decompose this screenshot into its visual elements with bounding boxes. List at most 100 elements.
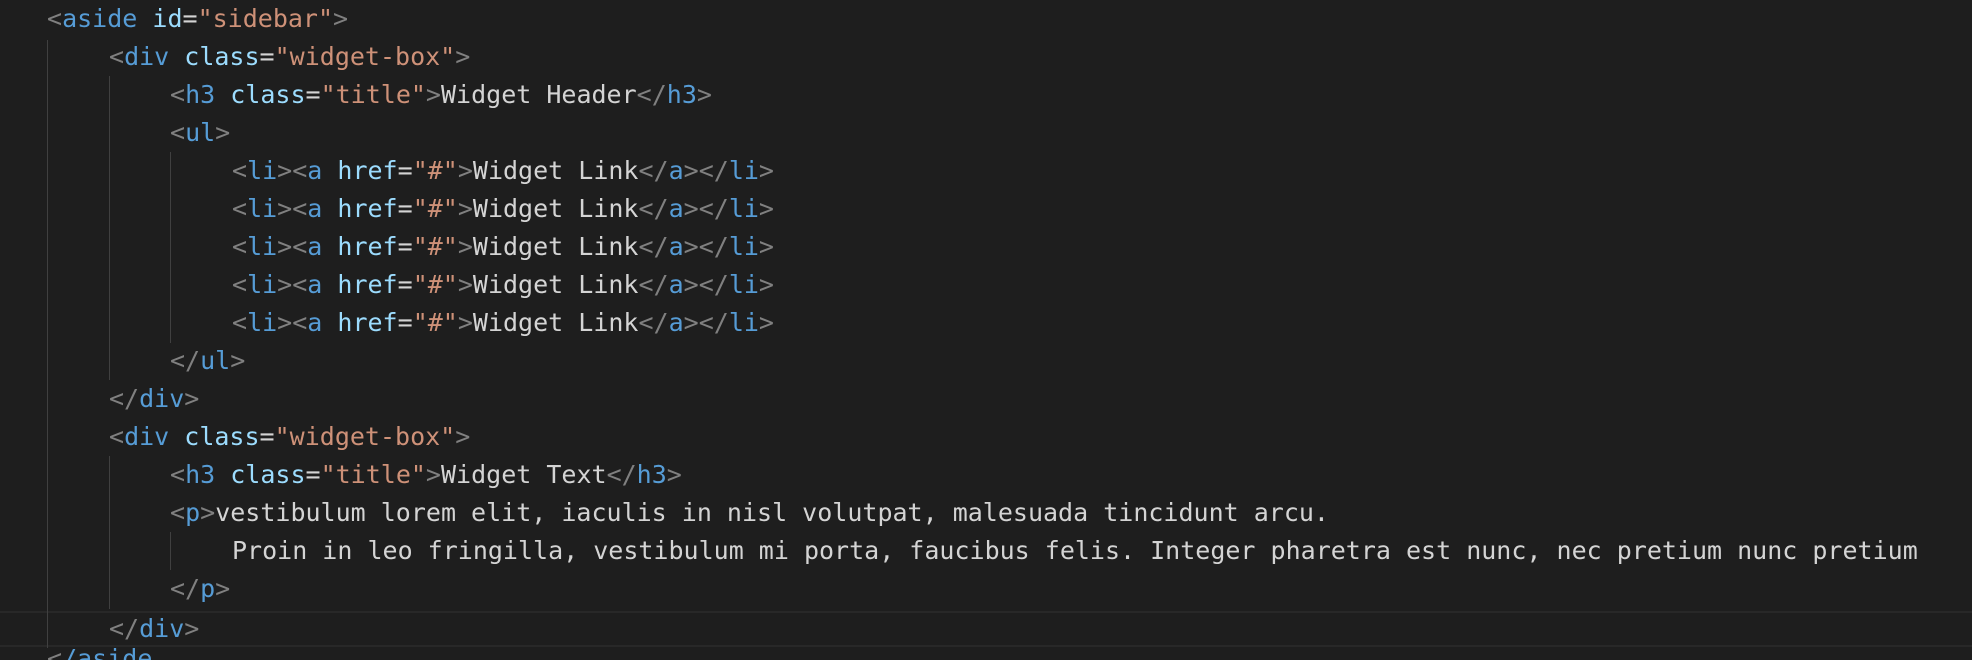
tag-name: a	[668, 270, 684, 299]
tag-bracket: </	[606, 460, 637, 489]
tag-name: li	[247, 156, 278, 185]
code-line[interactable]: <li><a href="#">Widget Link</a></li>	[0, 228, 1972, 266]
tag-name: div	[124, 42, 170, 71]
attribute-name: class	[184, 422, 260, 451]
attribute-value: "#"	[412, 156, 458, 185]
tag-name: h3	[666, 80, 697, 109]
tag-name: p	[200, 574, 216, 603]
code-editor[interactable]: <aside id="sidebar"> <div class="widget-…	[0, 0, 1972, 660]
tag-bracket: <	[47, 4, 63, 33]
code-line[interactable]: Proin in leo fringilla, vestibulum mi po…	[0, 532, 1972, 570]
equals: =	[397, 308, 413, 337]
tag-bracket: <	[232, 308, 248, 337]
code-line[interactable]: <li><a href="#">Widget Link</a></li>	[0, 304, 1972, 342]
tag-bracket: >	[215, 574, 231, 603]
tag-name: a	[668, 194, 684, 223]
element-text: Widget Text	[440, 460, 607, 489]
tag-bracket: </	[170, 574, 201, 603]
tag-bracket: >	[333, 4, 349, 33]
tag-name: aside	[62, 4, 138, 33]
tag-name: li	[728, 156, 759, 185]
attribute-value: "title"	[320, 460, 426, 489]
attribute-name: id	[152, 4, 183, 33]
attribute-name: class	[230, 80, 306, 109]
equals: =	[259, 42, 275, 71]
tag-bracket: <	[170, 498, 186, 527]
tag-bracket: ><	[277, 308, 308, 337]
tag-bracket: <	[232, 156, 248, 185]
tag-bracket: </	[638, 194, 669, 223]
equals: =	[259, 422, 275, 451]
tag-name: h3	[185, 80, 216, 109]
equals: =	[397, 270, 413, 299]
code-line[interactable]: <div class="widget-box">	[0, 418, 1972, 456]
tag-bracket: ></	[683, 232, 729, 261]
tag-name: li	[247, 308, 278, 337]
code-line[interactable]: <aside id="sidebar">	[0, 0, 1972, 38]
tag-bracket: <	[232, 194, 248, 223]
tag-bracket: </	[638, 308, 669, 337]
code-line[interactable]: <h3 class="title">Widget Header</h3>	[0, 76, 1972, 114]
tag-name: li	[728, 194, 759, 223]
tag-bracket: >	[457, 156, 473, 185]
element-text: vestibulum lorem elit, iaculis in nisl v…	[215, 498, 1329, 527]
element-text: Widget Header	[440, 80, 637, 109]
tag-name: li	[728, 270, 759, 299]
tag-bracket: >	[215, 118, 231, 147]
tag-bracket: >	[200, 498, 216, 527]
tag-bracket: >	[758, 232, 774, 261]
code-line[interactable]: <h3 class="title">Widget Text</h3>	[0, 456, 1972, 494]
tag-bracket: </	[638, 270, 669, 299]
tag-bracket: <	[170, 460, 186, 489]
tag-bracket: >	[457, 308, 473, 337]
tag-bracket: >	[455, 422, 471, 451]
equals: =	[305, 80, 321, 109]
tag-bracket: </	[636, 80, 667, 109]
code-line[interactable]: <li><a href="#">Widget Link</a></li>	[0, 266, 1972, 304]
tag-name: li	[728, 308, 759, 337]
tag-bracket: >	[758, 194, 774, 223]
attribute-value: "title"	[320, 80, 426, 109]
tag-name: a	[307, 232, 323, 261]
attribute-name: href	[337, 156, 398, 185]
tag-bracket: ></	[683, 308, 729, 337]
element-text: Widget Link	[472, 156, 639, 185]
tag-bracket: >	[184, 614, 200, 643]
tag-bracket: </	[170, 346, 201, 375]
attribute-name: href	[337, 232, 398, 261]
tag-bracket: >	[758, 156, 774, 185]
code-line[interactable]: </ul>	[0, 342, 1972, 380]
tag-bracket: >	[230, 346, 246, 375]
tag-bracket: >	[457, 270, 473, 299]
tag-bracket: <	[232, 270, 248, 299]
tag-bracket: >	[457, 194, 473, 223]
code-line[interactable]: </aside	[0, 640, 1972, 660]
equals: =	[397, 232, 413, 261]
tag-name: a	[668, 156, 684, 185]
tag-bracket: >	[666, 460, 682, 489]
code-line[interactable]: <li><a href="#">Widget Link</a></li>	[0, 190, 1972, 228]
tag-name: li	[247, 270, 278, 299]
tag-name: ul	[185, 118, 216, 147]
code-line[interactable]: <p>vestibulum lorem elit, iaculis in nis…	[0, 494, 1972, 532]
tag-bracket: <	[170, 118, 186, 147]
code-line[interactable]: <ul>	[0, 114, 1972, 152]
code-line[interactable]: <div class="widget-box">	[0, 38, 1972, 76]
code-line[interactable]: <li><a href="#">Widget Link</a></li>	[0, 152, 1972, 190]
tag-name: ul	[200, 346, 231, 375]
element-text: Widget Link	[472, 308, 639, 337]
tag-name: li	[728, 232, 759, 261]
tag-bracket: ><	[277, 156, 308, 185]
tag-name: a	[307, 308, 323, 337]
equals: =	[397, 194, 413, 223]
code-line[interactable]: </p>	[0, 570, 1972, 608]
tag-bracket: >	[457, 232, 473, 261]
tag-bracket: ></	[683, 270, 729, 299]
tag-name: li	[247, 194, 278, 223]
tag-bracket: <	[232, 232, 248, 261]
tag-bracket: >	[455, 42, 471, 71]
tag-bracket: </	[638, 156, 669, 185]
tag-bracket: >	[758, 270, 774, 299]
code-line[interactable]: </div>	[0, 380, 1972, 418]
element-text: Widget Link	[472, 194, 639, 223]
